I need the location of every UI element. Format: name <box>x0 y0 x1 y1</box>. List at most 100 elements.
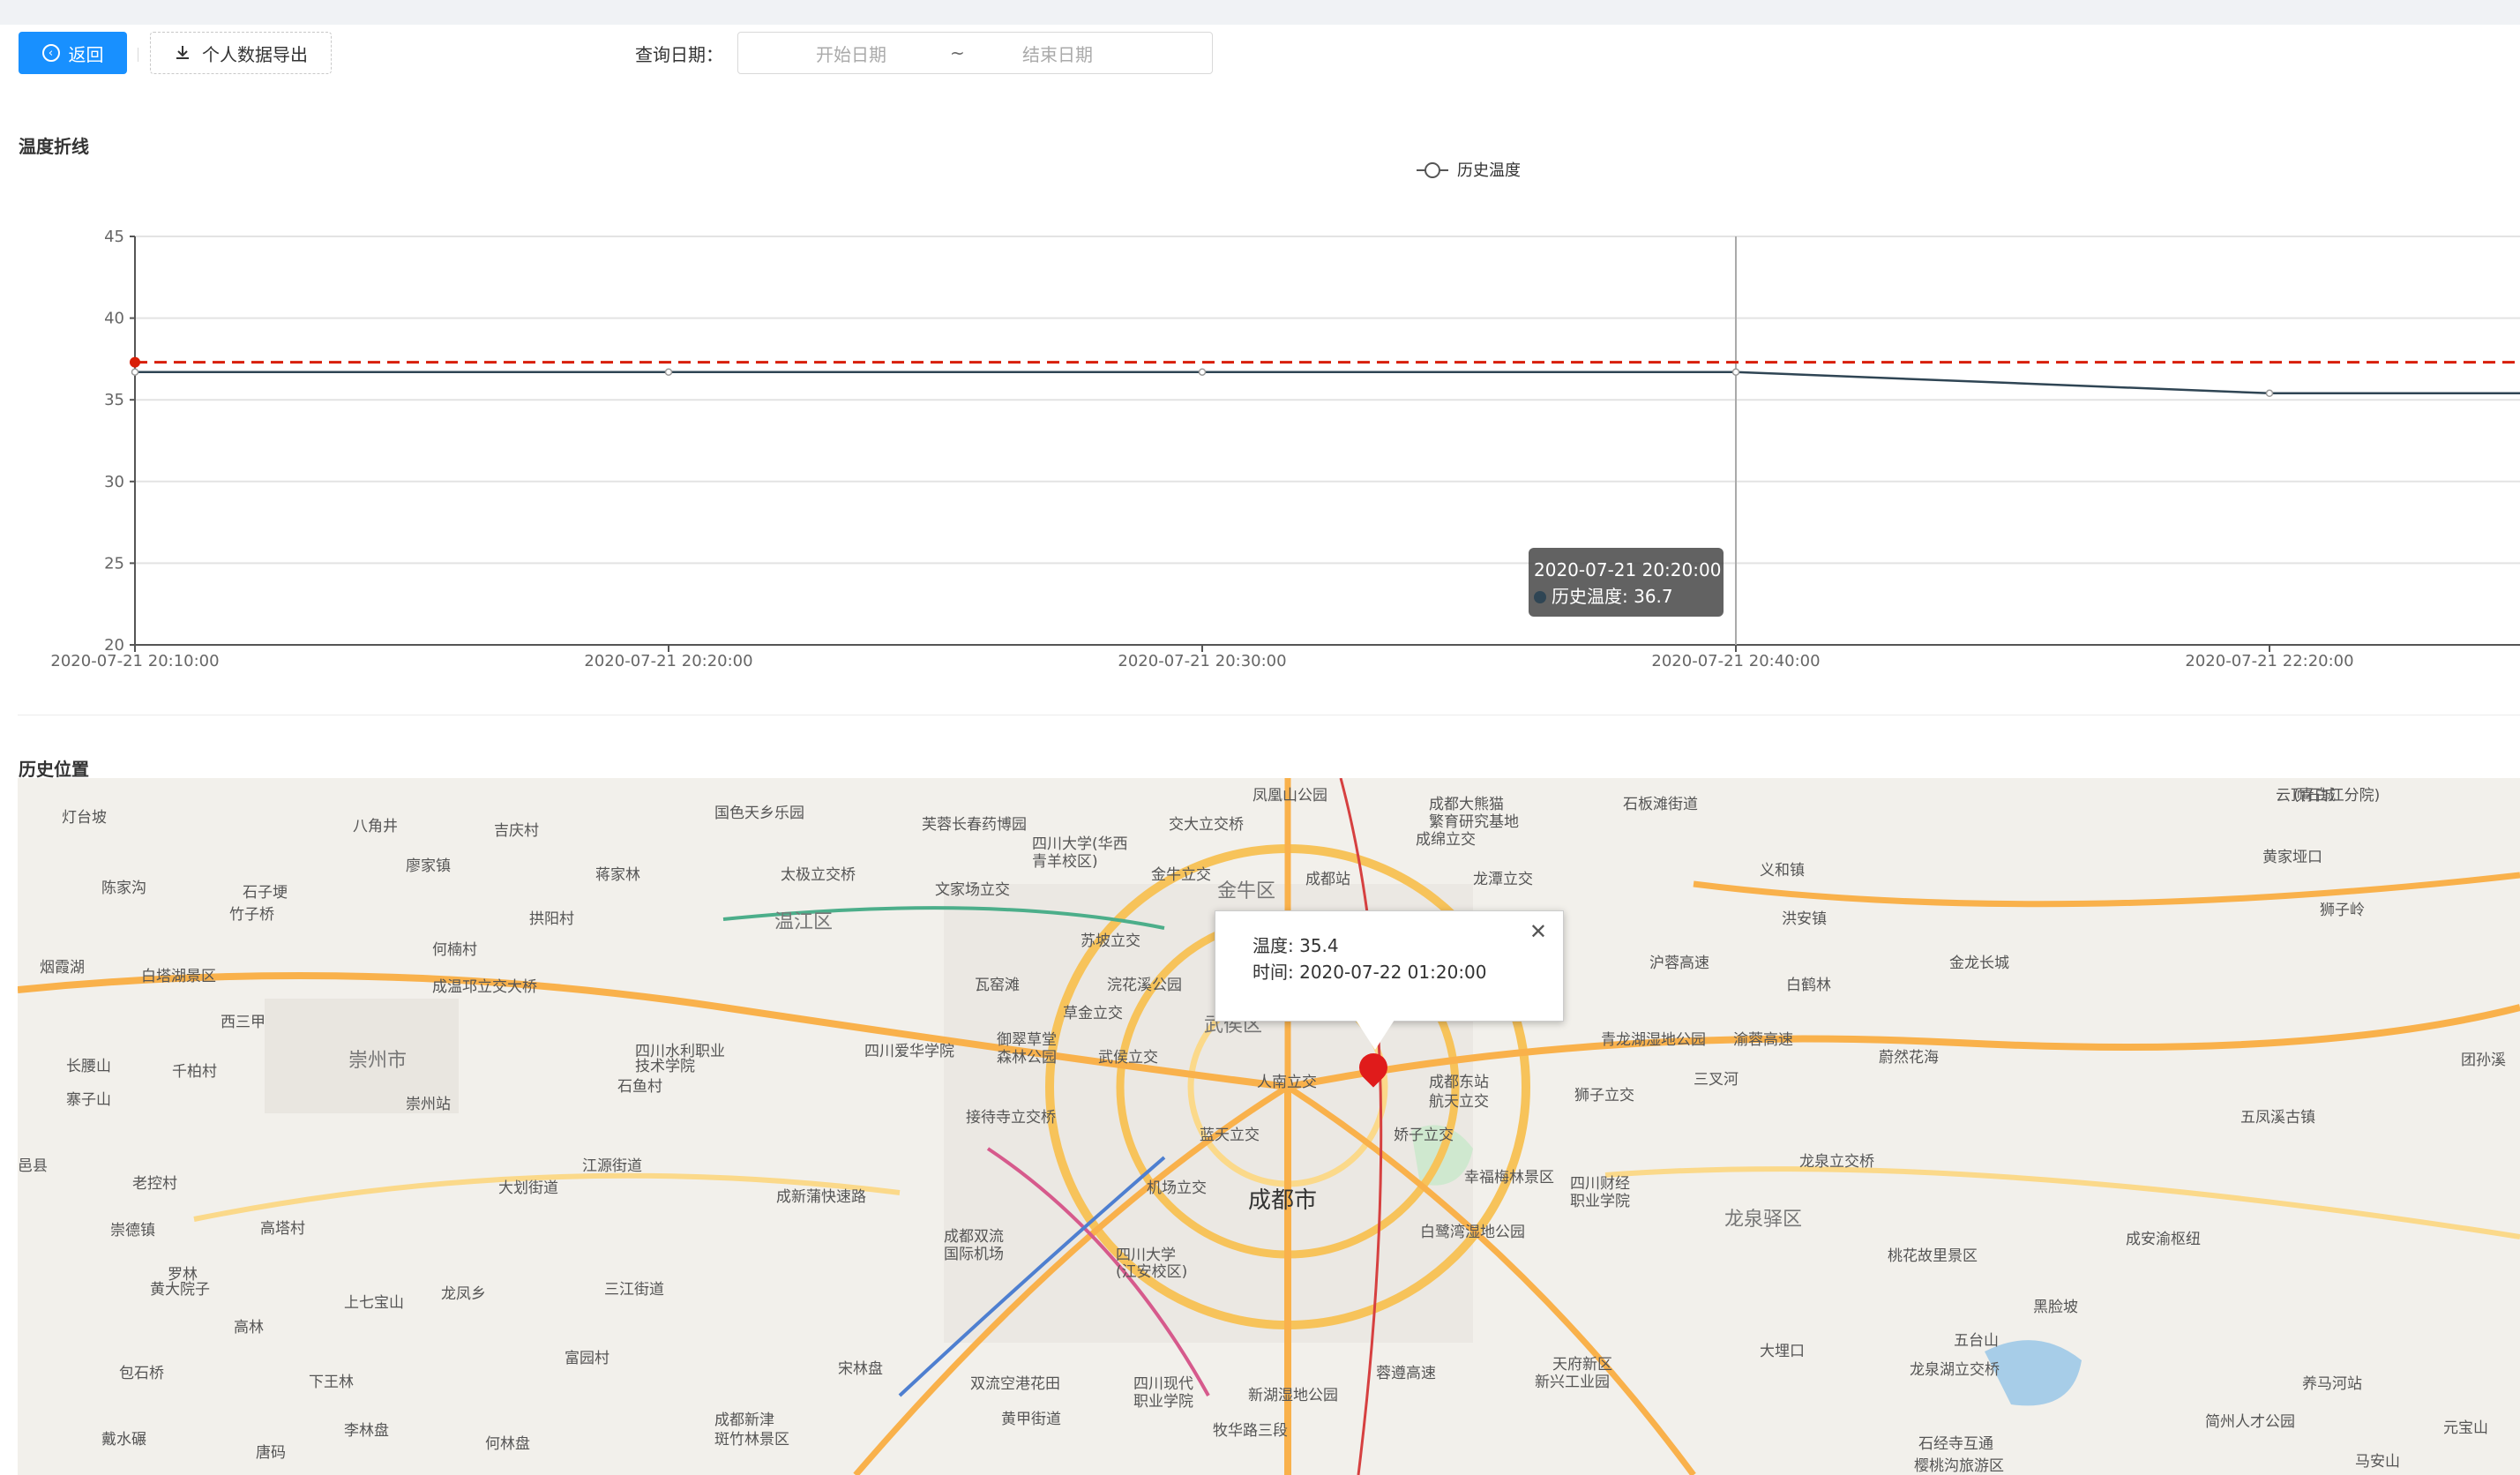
data-point[interactable] <box>1198 368 1207 376</box>
date-range-picker[interactable]: 开始日期 ~ 结束日期 <box>737 32 1213 74</box>
map-place-label: 石鱼村 <box>617 1078 662 1096</box>
map-place-label: 何林盘 <box>485 1435 530 1453</box>
map-place-label: 元宝山 <box>2443 1419 2488 1437</box>
back-button[interactable]: ‹ 返回 <box>19 32 127 74</box>
map-place-label: 唐码 <box>256 1444 286 1462</box>
map-place-label: 陈家沟 <box>101 880 146 897</box>
map-place-label: 老控村 <box>132 1175 177 1193</box>
map-place-label: 寨子山 <box>66 1091 111 1109</box>
map-place-label: 蓉遵高速 <box>1376 1365 1436 1382</box>
map-place-label: 渝蓉高速 <box>1733 1031 1793 1049</box>
data-point[interactable] <box>2265 389 2274 398</box>
x-tick-label: 2020-07-21 20:30:00 <box>1118 652 1286 670</box>
map-place-label: 白鹭湾湿地公园 <box>1420 1224 1525 1241</box>
map-place-label: 石经寺互通 <box>1918 1435 1993 1453</box>
map-place-label: 新兴工业园 <box>1535 1374 1610 1391</box>
map-place-label: 简州人才公园 <box>2205 1413 2295 1431</box>
map-place-label: 樱桃沟旅游区 <box>1914 1457 2004 1475</box>
map-place-label: 四川爱华学院 <box>864 1043 954 1060</box>
map-place-label: 金牛立交 <box>1151 866 1211 884</box>
map-place-label: 云顶石城 <box>2276 787 2336 805</box>
map-place-label: 蔚然花海 <box>1879 1049 1939 1067</box>
tooltip-series: 历史温度: 36.7 <box>1534 583 1724 610</box>
map-place-label: 龙泉驿区 <box>1724 1209 1803 1231</box>
legend-label[interactable]: 历史温度 <box>1457 161 1521 180</box>
map-place-label: 沪蓉高速 <box>1649 955 1709 972</box>
close-icon[interactable]: ✕ <box>1529 918 1547 945</box>
map-place-label: 竹子桥 <box>229 906 274 924</box>
map-place-label: 武侯立交 <box>1098 1049 1158 1067</box>
series-dot-icon <box>1534 591 1546 603</box>
map-place-label: 双流空港花田 <box>970 1375 1060 1393</box>
map-place-label: 烟霞湖 <box>40 959 85 977</box>
map-place-label: 温江区 <box>774 911 834 933</box>
map-info-popup: ✕ 温度: 35.4 时间: 2020-07-22 01:20:00 <box>1215 910 1564 1022</box>
map-place-label: 邑县 <box>18 1157 48 1175</box>
map-place-label: 金龙长城 <box>1949 955 2009 972</box>
map-place-label: 龙凤乡 <box>441 1285 486 1303</box>
map-place-label: 上七宝山 <box>344 1294 404 1312</box>
map-place-label: 青龙湖湿地公园 <box>1601 1031 1706 1049</box>
map-place-label: 高林 <box>234 1319 264 1336</box>
map-place-label: 龙泉湖立交桥 <box>1910 1361 2000 1379</box>
start-date-input[interactable]: 开始日期 <box>816 41 886 66</box>
map-place-label: 洪安镇 <box>1782 910 1827 928</box>
x-tick-label: 2020-07-21 22:20:00 <box>2185 652 2353 670</box>
y-tick-label: 40 <box>104 310 124 328</box>
history-location-map[interactable]: 灯台坡 八角井 吉庆村 国色天乡乐园 芙蓉长春药博园 四川大学(华西 青羊校区) 交大立交桥凤… <box>18 778 2520 1475</box>
map-place-label: 崇德镇 <box>110 1222 155 1239</box>
map-place-label: 成都市 <box>1248 1187 1318 1214</box>
circle-left-icon: ‹ <box>41 44 60 62</box>
map-place-label: 富园村 <box>565 1350 609 1367</box>
map-place-label: 黄甲街道 <box>1001 1411 1061 1428</box>
map-place-label: 白鹤林 <box>1786 977 1831 994</box>
tooltip-time: 2020-07-21 20:20:00 <box>1534 559 1722 580</box>
download-icon <box>176 46 189 59</box>
map-place-label: 幸福梅林景区 <box>1464 1169 1554 1187</box>
map-place-label: 义和镇 <box>1760 862 1805 880</box>
map-place-label: 太极立交桥 <box>781 866 856 884</box>
map-place-label: 江源街道 <box>582 1157 642 1175</box>
map-place-label: 八角井 <box>353 818 398 835</box>
map-place-label: 职业学院 <box>1570 1193 1630 1210</box>
map-place-label: 大划街道 <box>498 1179 558 1197</box>
map-place-label: 职业学院 <box>1133 1393 1193 1411</box>
map-place-label: 瓦窑滩 <box>975 977 1020 994</box>
y-tick-label: 30 <box>104 473 124 491</box>
location-section-title: 历史位置 <box>19 759 89 780</box>
export-button-label: 个人数据导出 <box>202 43 308 65</box>
map-place-label: 技术学院 <box>635 1058 695 1075</box>
map-place-label: 成都站 <box>1305 871 1350 888</box>
map-place-label: 黄大院子 <box>150 1281 210 1299</box>
map-place-label: 青羊校区) <box>1032 853 1098 871</box>
map-place-label: 金牛区 <box>1217 880 1276 902</box>
map-place-label: 宋林盘 <box>838 1360 883 1378</box>
end-date-input[interactable]: 结束日期 <box>1022 41 1093 66</box>
back-button-label: 返回 <box>68 43 104 65</box>
data-point[interactable] <box>1731 368 1740 376</box>
export-personal-data-button[interactable]: 个人数据导出 <box>150 32 332 74</box>
series-line-历史温度[interactable] <box>135 371 2520 395</box>
map-place-label: 成安渝枢纽 <box>2126 1231 2201 1248</box>
map-place-label: 交大立交桥 <box>1169 816 1244 834</box>
map-place-label: 高塔村 <box>260 1220 305 1238</box>
legend-marker <box>1425 162 1440 178</box>
top-bar <box>0 0 2520 25</box>
map-place-label: 白塔湖景区 <box>141 968 216 985</box>
map-place-label: 三叉河 <box>1694 1071 1739 1089</box>
x-tick-label: 2020-07-21 20:20:00 <box>584 652 752 670</box>
map-place-label: 团孙溪 <box>2461 1052 2506 1069</box>
map-place-label: 灯台坡 <box>62 809 107 827</box>
threshold-marker <box>130 356 140 368</box>
temperature-line-chart[interactable]: 2025303540452020-07-21 20:10:00 2020-07-2… <box>0 150 2520 679</box>
map-place-label: 桃花故里景区 <box>1888 1247 1978 1265</box>
map-place-label: 石子埂 <box>243 884 288 902</box>
map-place-label: 崇州站 <box>406 1096 451 1113</box>
data-point[interactable] <box>664 368 673 376</box>
map-place-label: 龙潭立交 <box>1473 871 1533 888</box>
map-place-label: 新湖湿地公园 <box>1248 1387 1338 1404</box>
popup-tail <box>1356 1020 1395 1050</box>
map-place-label: 文家场立交 <box>935 881 1010 899</box>
map-place-label: 大埋口 <box>1760 1343 1805 1360</box>
data-point[interactable] <box>131 368 139 376</box>
